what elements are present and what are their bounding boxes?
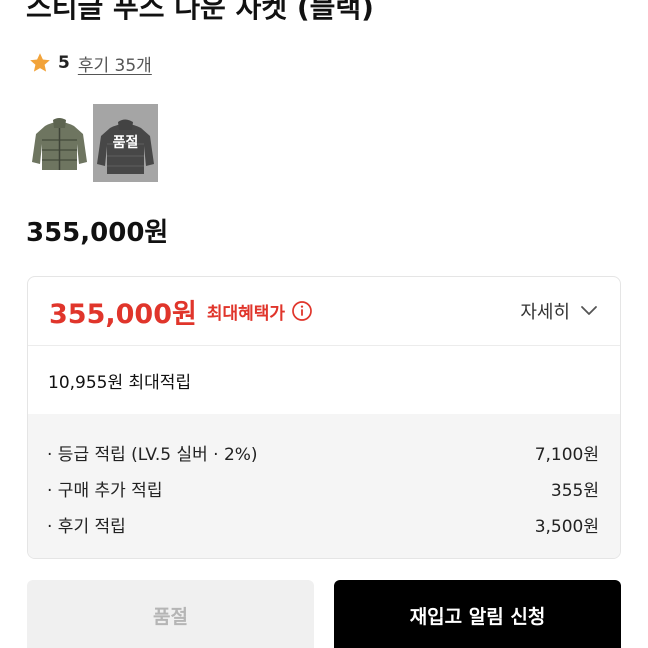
max-benefit-price: 355,000원 xyxy=(49,298,197,330)
product-title: 스티글 푸스 다운 자켓 (블랙) xyxy=(26,0,374,24)
rating-score: 5 xyxy=(58,53,70,73)
star-icon xyxy=(30,53,50,72)
product-price: 355,000원 xyxy=(26,218,169,248)
thumbnail-black-jacket[interactable]: 품절 xyxy=(93,104,158,182)
thumbnail-list: 품절 xyxy=(27,104,158,182)
points-detail-row: · 등급 적립 (LV.5 실버 · 2%) 7,100원 xyxy=(47,434,599,470)
points-detail-label: · 후기 적립 xyxy=(47,516,126,537)
max-points-row: 10,955원 최대적립 xyxy=(28,346,620,414)
info-icon[interactable] xyxy=(291,300,313,322)
points-detail-value: 7,100원 xyxy=(534,444,599,465)
points-detail-row: · 구매 추가 적립 355원 xyxy=(47,470,599,506)
detail-toggle-button[interactable]: 자세히 xyxy=(520,298,598,324)
max-benefit-label: 최대혜택가 xyxy=(206,303,286,324)
benefit-header: 355,000원 최대혜택가 자세히 xyxy=(28,277,620,346)
max-points-text: 10,955원 최대적립 xyxy=(48,372,192,393)
points-detail-label: · 구매 추가 적립 xyxy=(47,480,163,501)
points-detail-label: · 등급 적립 (LV.5 실버 · 2%) xyxy=(47,444,258,465)
reviews-link[interactable]: 후기 35개 xyxy=(78,51,152,76)
thumbnail-khaki-jacket[interactable] xyxy=(27,104,92,182)
points-detail-value: 3,500원 xyxy=(534,516,599,537)
chevron-down-icon xyxy=(581,306,597,315)
points-detail-value: 355원 xyxy=(550,480,599,501)
soldout-button: 품절 xyxy=(27,580,314,648)
benefit-box: 355,000원 최대혜택가 자세히 10,955원 최대적립 · 등급 적립 … xyxy=(27,276,621,559)
restock-notify-button[interactable]: 재입고 알림 신청 xyxy=(334,580,621,648)
rating: 5 후기 35개 xyxy=(28,50,152,76)
jacket-khaki-image xyxy=(32,118,87,170)
detail-label: 자세히 xyxy=(520,302,570,323)
points-detail-list: · 등급 적립 (LV.5 실버 · 2%) 7,100원 · 구매 추가 적립… xyxy=(28,414,620,558)
thumbnail-soldout-overlay: 품절 xyxy=(93,104,158,182)
points-detail-row: · 후기 적립 3,500원 xyxy=(47,506,599,542)
